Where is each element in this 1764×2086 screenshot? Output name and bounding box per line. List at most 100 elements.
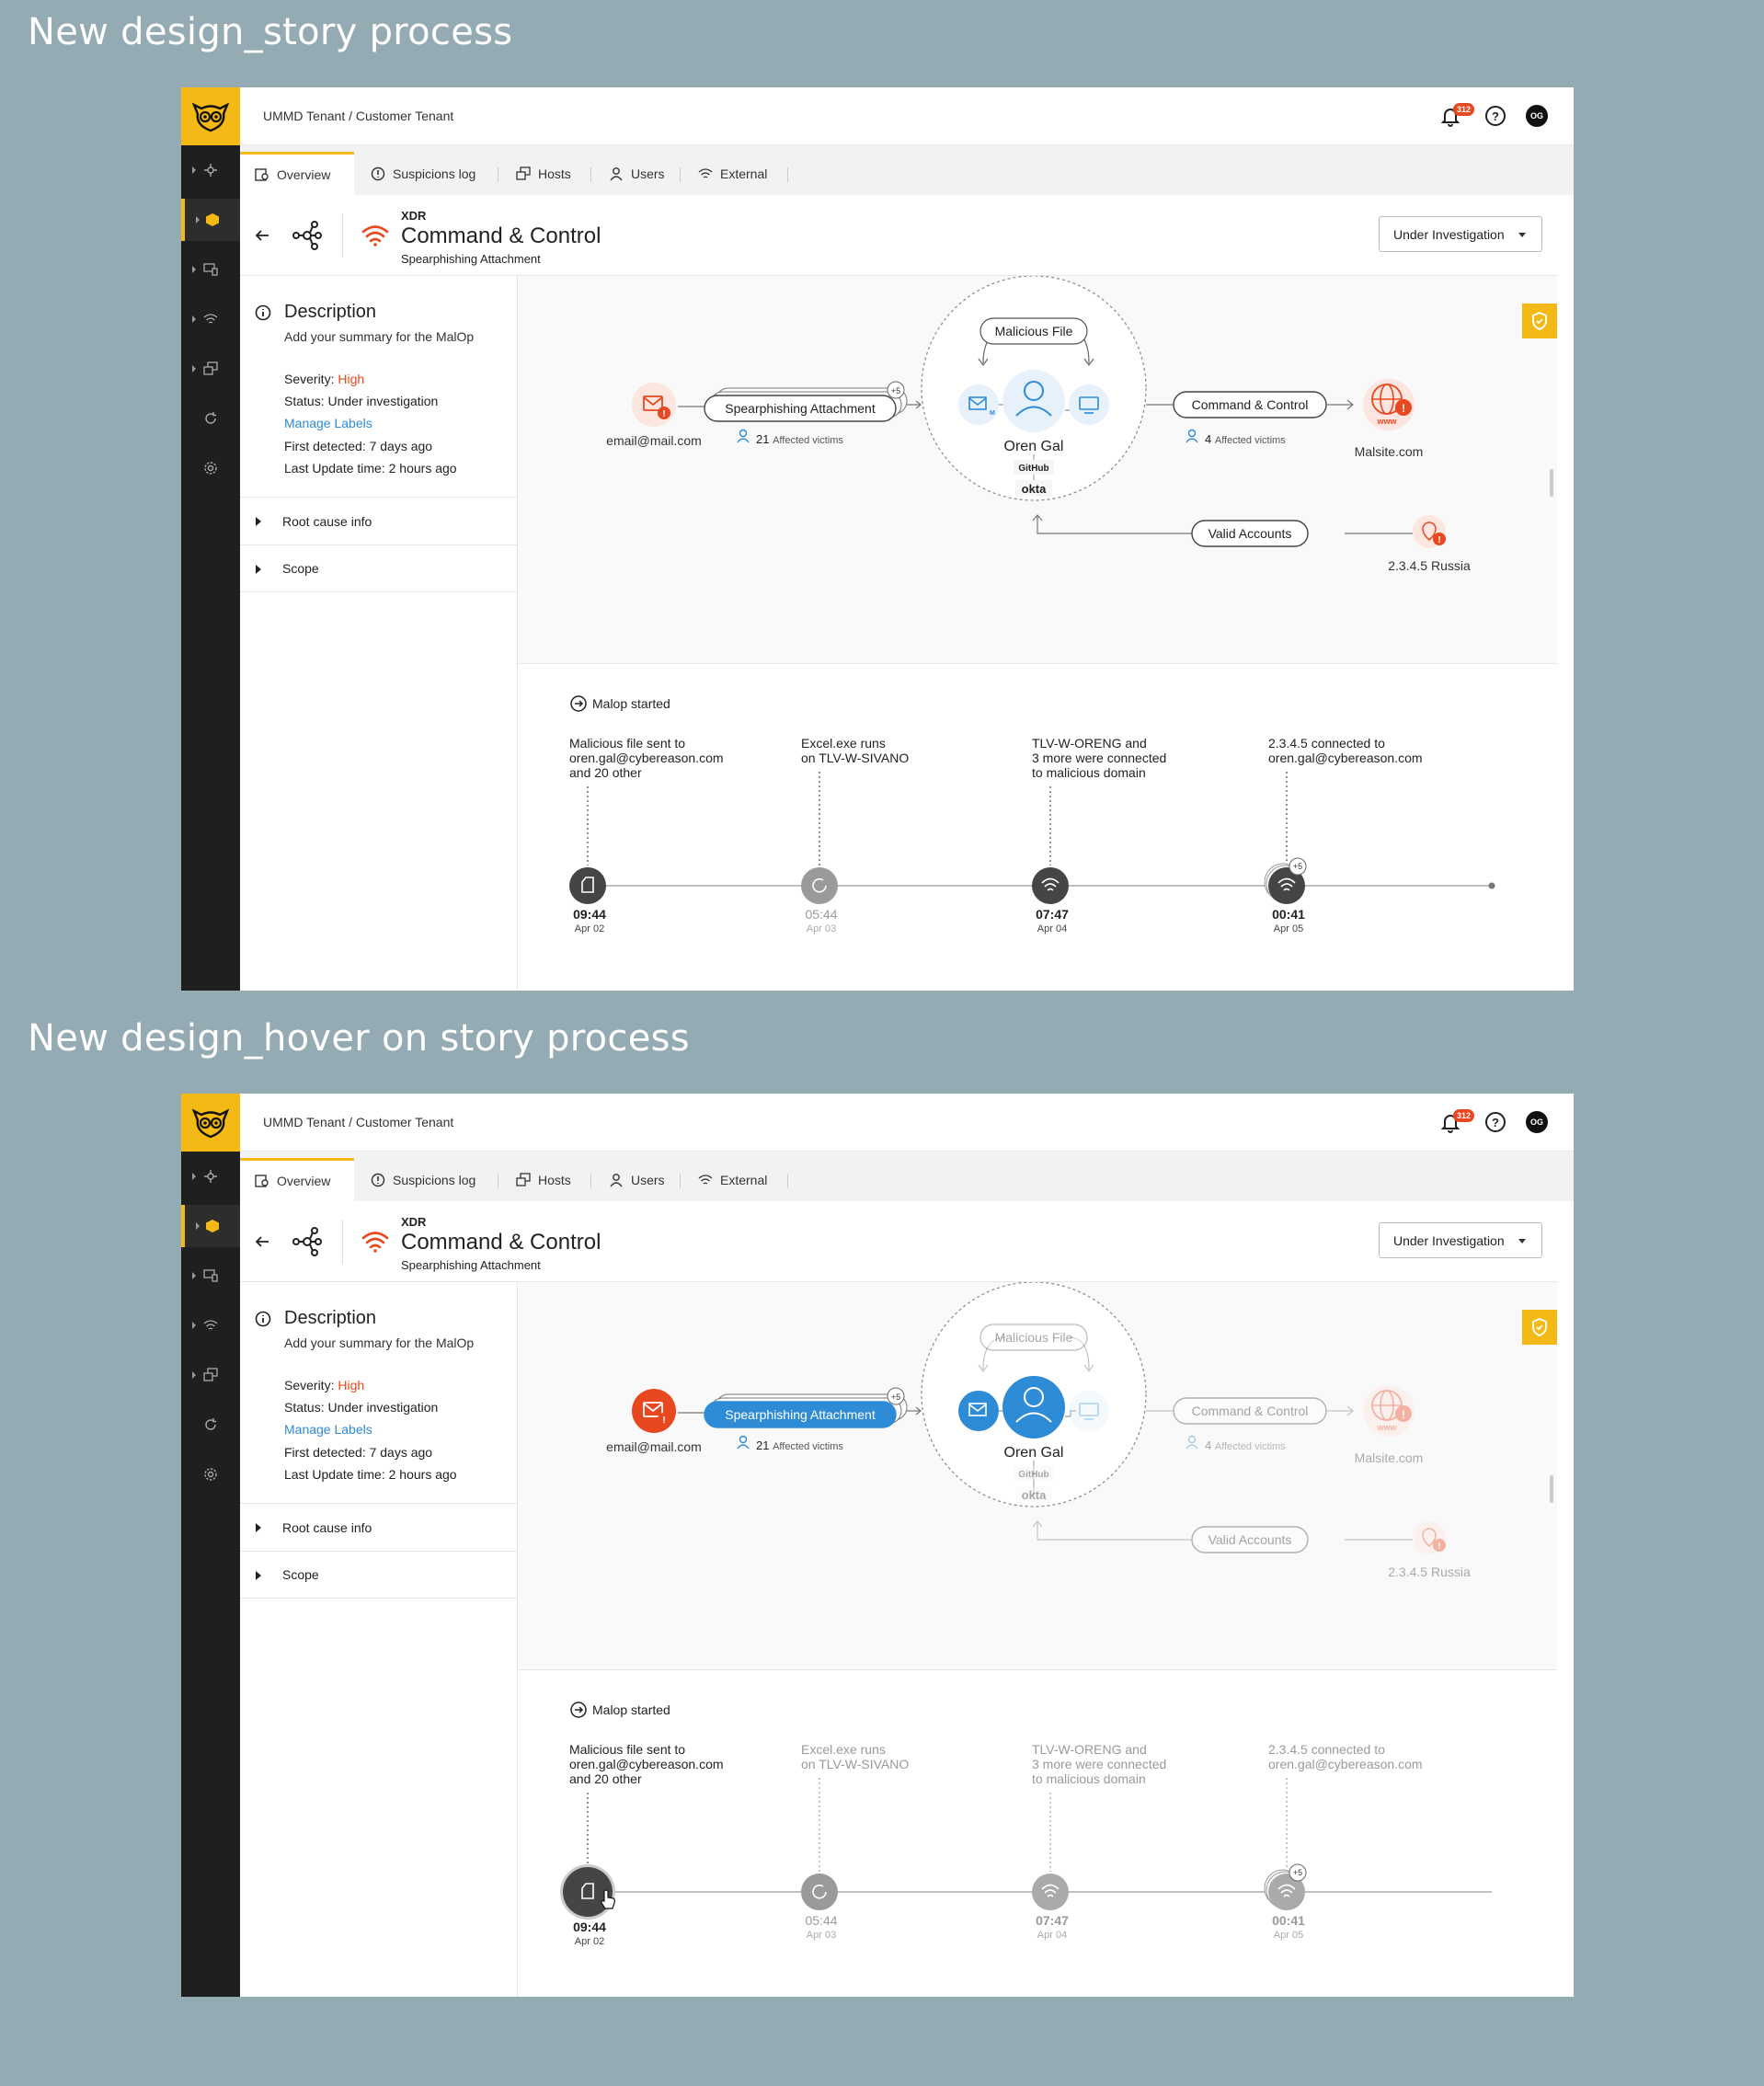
event-description: Excel.exe runs xyxy=(801,1742,886,1757)
sidebar-item-dashboard[interactable] xyxy=(181,149,240,191)
spearphishing-pill[interactable]: Spearphishing Attachment +5 xyxy=(704,381,908,422)
sidebar-item-settings[interactable] xyxy=(181,447,240,489)
sidebar-item-windows[interactable] xyxy=(181,348,240,390)
event-node[interactable] xyxy=(801,867,838,904)
investigation-status-dropdown[interactable]: Under Investigation xyxy=(1379,1222,1542,1258)
svg-text:Valid Accounts: Valid Accounts xyxy=(1208,1532,1292,1547)
command-control-pill[interactable]: Command & Control xyxy=(1173,1397,1327,1425)
sidebar-item-network[interactable] xyxy=(181,298,240,340)
event-date: Apr 05 xyxy=(1274,1930,1303,1941)
owl-logo-icon[interactable] xyxy=(181,1094,240,1152)
investigation-status-dropdown[interactable]: Under Investigation xyxy=(1379,216,1542,252)
host-node[interactable] xyxy=(1069,384,1109,425)
sync-icon xyxy=(205,1418,216,1430)
caret-right-icon xyxy=(256,1571,261,1580)
sidebar-item-devices[interactable] xyxy=(181,248,240,291)
sidebar-item-dashboard[interactable] xyxy=(181,1155,240,1198)
event-node[interactable] xyxy=(569,867,606,904)
malicious-file-pill[interactable]: Malicious File xyxy=(979,1324,1088,1351)
root-cause-accordion[interactable]: Root cause info xyxy=(240,1503,518,1551)
sidebar-item-settings[interactable] xyxy=(181,1453,240,1496)
sidebar-item-malops[interactable] xyxy=(181,1205,240,1247)
cc-victims[interactable]: 4 Affected victims xyxy=(1186,1435,1286,1453)
help-button[interactable]: ? xyxy=(1485,1112,1506,1132)
tab-hosts[interactable]: Hosts xyxy=(501,152,586,195)
graph-view-icon[interactable] xyxy=(292,1226,323,1257)
scope-accordion[interactable]: Scope xyxy=(240,544,518,592)
sidebar-item-sync[interactable] xyxy=(181,1404,240,1446)
tab-external[interactable]: External xyxy=(683,1158,782,1201)
spearphishing-pill[interactable]: Spearphishing Attachment +5 xyxy=(704,1387,908,1428)
tab-external[interactable]: External xyxy=(683,152,782,195)
back-arrow-icon[interactable] xyxy=(255,1235,269,1248)
timeline-end-dot xyxy=(1488,882,1495,889)
avatar[interactable]: OG xyxy=(1526,1111,1548,1133)
malsite-node[interactable]: www ! xyxy=(1363,379,1415,430)
tab-overview[interactable]: Overview xyxy=(240,152,354,195)
cc-victims[interactable]: 4 Affected victims xyxy=(1186,429,1286,447)
event-node[interactable] xyxy=(1032,867,1069,904)
breadcrumb[interactable]: UMMD Tenant / Customer Tenant xyxy=(263,1115,453,1129)
tab-suspicions-log[interactable]: Suspicions log xyxy=(356,1158,490,1201)
email-attachment-node[interactable]: M xyxy=(958,1391,999,1431)
user-node[interactable] xyxy=(1002,1376,1065,1438)
event-node[interactable] xyxy=(1032,1874,1069,1910)
caret-down-icon xyxy=(1518,233,1526,237)
graph-scrollbar[interactable] xyxy=(1550,1475,1553,1503)
email-attachment-node[interactable]: M xyxy=(958,384,999,425)
devices-icon xyxy=(203,1269,218,1282)
page-subtitle: Spearphishing Attachment xyxy=(401,252,541,266)
last-update-row: Last Update time: 2 hours ago xyxy=(284,1467,457,1482)
event-description: to malicious domain xyxy=(1032,1771,1146,1786)
help-button[interactable]: ? xyxy=(1485,106,1506,126)
count-badge-label: +5 xyxy=(1293,1868,1302,1877)
sidebar-item-sync[interactable] xyxy=(181,397,240,440)
valid-accounts-pill[interactable]: Valid Accounts xyxy=(1191,1526,1309,1553)
malicious-file-pill[interactable]: Malicious File xyxy=(979,317,1088,345)
event-description: oren.gal@cybereason.com xyxy=(569,1757,724,1771)
sidebar-item-devices[interactable] xyxy=(181,1255,240,1297)
spear-victims[interactable]: 21 Affected victims xyxy=(737,429,843,447)
event-time: 07:47 xyxy=(1036,1913,1069,1928)
tab-users[interactable]: Users xyxy=(594,152,680,195)
email-label: email@mail.com xyxy=(606,433,702,448)
notifications-button[interactable]: 312 xyxy=(1441,103,1475,128)
manage-labels-link[interactable]: Manage Labels xyxy=(284,1422,372,1437)
valid-accounts-pill[interactable]: Valid Accounts xyxy=(1191,520,1309,547)
owl-logo-icon[interactable] xyxy=(181,87,240,145)
scope-accordion[interactable]: Scope xyxy=(240,1551,518,1599)
description-summary[interactable]: Add your summary for the MalOp xyxy=(284,329,474,344)
graph-view-icon[interactable] xyxy=(292,220,323,251)
status-row: Status: Under investigation xyxy=(284,394,439,408)
spear-victims[interactable]: 21 Affected victims xyxy=(737,1435,843,1453)
sidebar-item-malops[interactable] xyxy=(181,199,240,241)
root-cause-accordion[interactable]: Root cause info xyxy=(240,497,518,544)
user-node[interactable] xyxy=(1002,370,1065,432)
host-node[interactable] xyxy=(1069,1391,1109,1431)
ip-node[interactable]: ! xyxy=(1413,1521,1446,1554)
back-arrow-icon[interactable] xyxy=(255,229,269,242)
event-description: on TLV-W-SIVANO xyxy=(801,1757,909,1771)
event-node[interactable] xyxy=(801,1874,838,1910)
malsite-node[interactable]: www ! xyxy=(1363,1385,1415,1437)
breadcrumb[interactable]: UMMD Tenant / Customer Tenant xyxy=(263,109,453,123)
tab-hosts[interactable]: Hosts xyxy=(501,1158,586,1201)
ip-node[interactable]: ! xyxy=(1413,515,1446,548)
graph-scrollbar[interactable] xyxy=(1550,469,1553,497)
manage-labels-link[interactable]: Manage Labels xyxy=(284,416,372,430)
notifications-button[interactable]: 312 xyxy=(1441,1109,1475,1134)
sidebar-item-windows[interactable] xyxy=(181,1354,240,1396)
avatar[interactable]: OG xyxy=(1526,105,1548,127)
email-node[interactable]: ! xyxy=(632,383,676,427)
description-summary[interactable]: Add your summary for the MalOp xyxy=(284,1335,474,1350)
sidebar-item-network[interactable] xyxy=(181,1304,240,1347)
detection-type-label: XDR xyxy=(401,1215,427,1229)
wifi-icon xyxy=(698,167,713,178)
count-badge-label: +5 xyxy=(1293,862,1302,871)
tab-users[interactable]: Users xyxy=(594,1158,680,1201)
command-control-pill[interactable]: Command & Control xyxy=(1173,391,1327,418)
email-node[interactable]: ! xyxy=(632,1389,676,1433)
description-panel: Description Add your summary for the Mal… xyxy=(240,1282,518,1997)
tab-overview[interactable]: Overview xyxy=(240,1158,354,1201)
tab-suspicions-log[interactable]: Suspicions log xyxy=(356,152,490,195)
